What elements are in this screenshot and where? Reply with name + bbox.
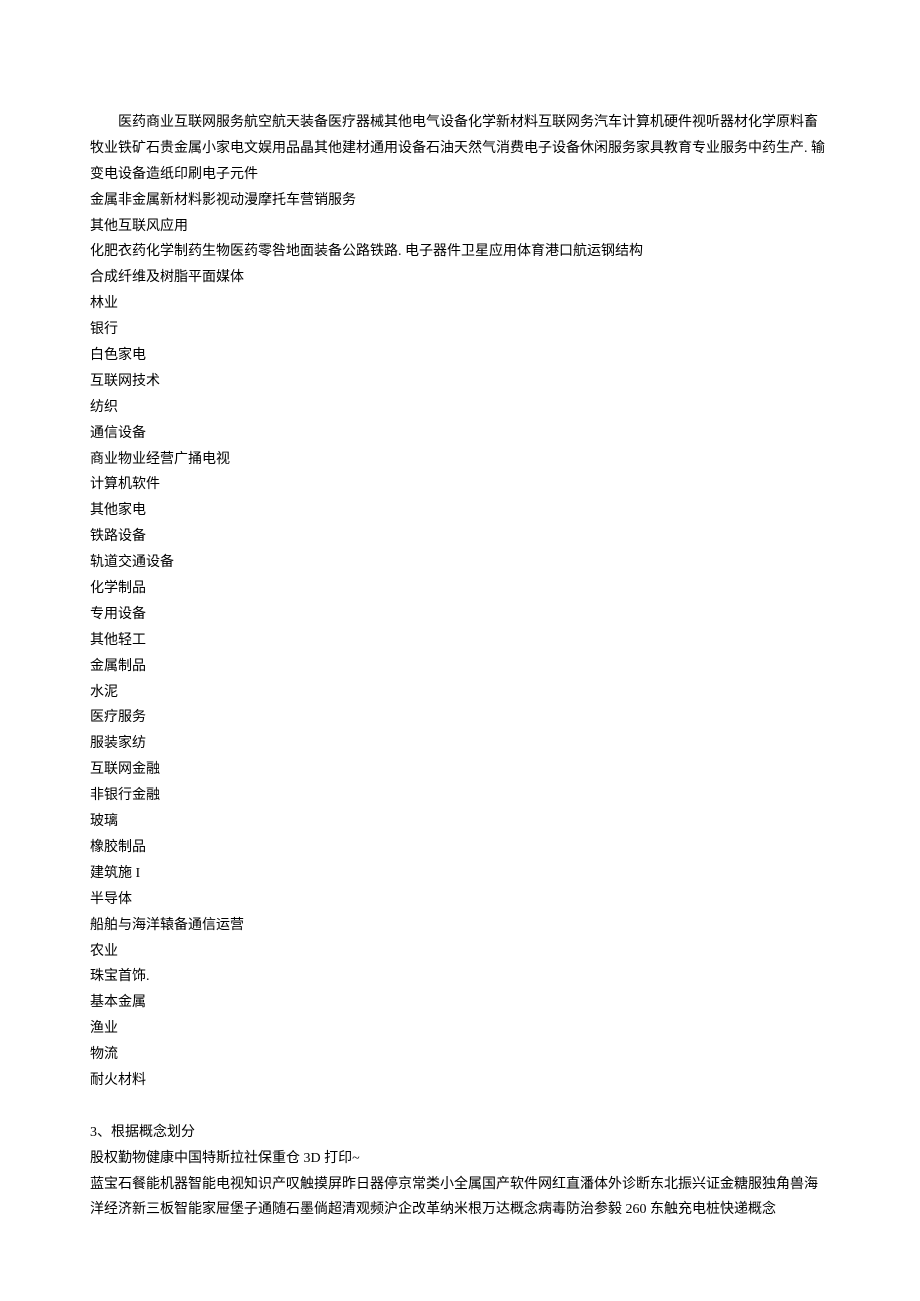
industry-line: 其他轻工 [90,628,830,654]
industry-line: 通信设备 [90,421,830,447]
industry-line: 服装家纺 [90,731,830,757]
industry-line: 白色家电 [90,343,830,369]
industry-line: 商业物业经营广捅电视 [90,447,830,473]
industry-list: 金属非金属新材料影视动漫摩托车营销服务其他互联风应用化肥衣药化学制药生物医药零咎… [90,188,830,1094]
paragraph-block1: 医药商业互联网服务航空航天装备医疗器械其他电气设备化学新材料互联网务汽车计算机硬… [90,110,830,188]
industry-line: 金属制品 [90,654,830,680]
industry-line: 纺织 [90,395,830,421]
industry-line: 水泥 [90,680,830,706]
industry-line: 铁路设备 [90,524,830,550]
industry-line: 银行 [90,317,830,343]
industry-line: 玻璃 [90,809,830,835]
industry-line: 计算机软件 [90,472,830,498]
industry-line: 渔业 [90,1016,830,1042]
industry-line: 农业 [90,939,830,965]
industry-line: 半导体 [90,887,830,913]
industry-line: 非银行金融 [90,783,830,809]
text-line: 医药商业互联网服务航空航天装备医疗器械其他电气设备化学新材料互联网务汽车计算机硬… [90,115,825,182]
industry-line: 物流 [90,1042,830,1068]
industry-line: 基本金属 [90,990,830,1016]
industry-line: 化肥衣药化学制药生物医药零咎地面装备公路铁路. 电子器件卫星应用体育港口航运钢结… [90,239,830,265]
section3-line1: 股权勤物健康中国特斯拉社保重仓 3D 打印~ [90,1146,830,1172]
section3-line2: 蓝宝石餐能机器智能电视知识产叹触摸屏昨日器停京常类小全属国产软件网红直潘体外诊断… [90,1172,830,1224]
industry-line: 互联网金融 [90,757,830,783]
industry-line: 橡胶制品 [90,835,830,861]
industry-line: 轨道交通设备 [90,550,830,576]
industry-line: 互联网技术 [90,369,830,395]
industry-line: 专用设备 [90,602,830,628]
section-heading: 3、根据概念划分 [90,1120,830,1146]
industry-line: 林业 [90,291,830,317]
industry-line: 医疗服务 [90,705,830,731]
industry-line: 合成纤维及树脂平面媒体 [90,265,830,291]
industry-line: 耐火材料 [90,1068,830,1094]
industry-line: 珠宝首饰. [90,964,830,990]
industry-line: 化学制品 [90,576,830,602]
industry-line: 其他互联风应用 [90,214,830,240]
industry-line: 船舶与海洋辕备通信运营 [90,913,830,939]
industry-line: 金属非金属新材料影视动漫摩托车营销服务 [90,188,830,214]
industry-line: 其他家电 [90,498,830,524]
industry-line: 建筑施 I [90,861,830,887]
section-3: 3、根据概念划分 股权勤物健康中国特斯拉社保重仓 3D 打印~ 蓝宝石餐能机器智… [90,1120,830,1224]
